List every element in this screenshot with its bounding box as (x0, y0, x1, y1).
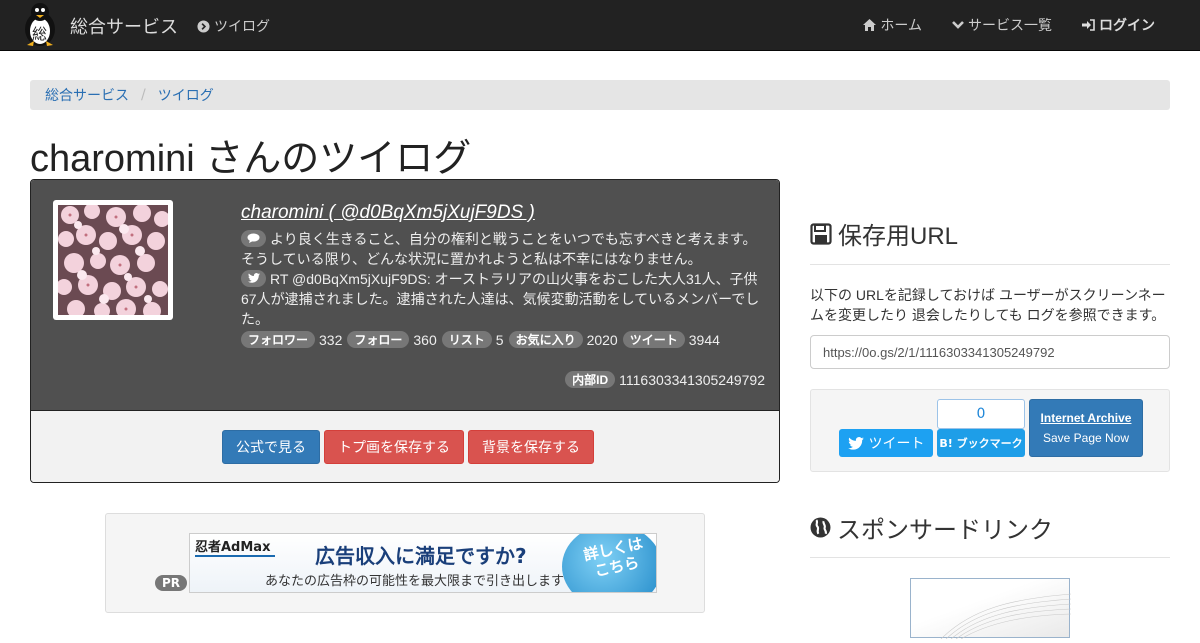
avatar[interactable] (53, 200, 173, 320)
profile-tweet-line: RT @d0BqXm5jXujF9DS: オーストラリアの山火事をおこした大人3… (241, 269, 767, 329)
penguin-logo-icon[interactable]: 総 (19, 1, 61, 47)
breadcrumb-tweetlog[interactable]: ツイログ (158, 85, 214, 105)
profile-bio: より良く生きること、自分の権利と戦うことをいつでも忘すべきと考えます。そうしてい… (241, 231, 757, 267)
sponsor-title: スポンサードリンク (837, 517, 1053, 544)
profile-header: charomini ( @d0BqXm5jXujF9DS ) より良く生きること… (31, 180, 779, 410)
divider (810, 557, 1170, 558)
save-profile-image-button[interactable]: トプ画を保存する (324, 430, 464, 464)
divider (810, 264, 1170, 265)
nav-login-label: ログイン (1099, 18, 1155, 34)
nav-services-label: サービス一覧 (968, 18, 1052, 34)
profile-name-link[interactable]: charomini ( @d0BqXm5jXujF9DS ) (241, 202, 535, 224)
ad-headline: 広告収入に満足ですか? (315, 544, 527, 568)
nav-home-label: ホーム (880, 18, 922, 34)
nav-services-link[interactable]: サービス一覧 (952, 15, 1052, 35)
avatar-image (58, 205, 168, 315)
lists-count: 5 (495, 331, 504, 348)
tweet-button[interactable]: ツイート (839, 429, 933, 457)
page-title: charomini さんのツイログ (30, 138, 472, 180)
twitter-bird-icon (241, 269, 266, 287)
ad-logo: 忍者AdMax (195, 540, 271, 555)
internet-archive-button[interactable]: Internet Archive Save Page Now (1029, 399, 1143, 457)
sign-in-icon (1082, 19, 1095, 31)
save-page-now-label: Save Page Now (1042, 431, 1130, 445)
profile-bio-line: より良く生きること、自分の権利と戦うことをいつでも忘すべきと考えます。そうしてい… (241, 229, 767, 269)
internal-id-label: 内部ID (565, 371, 616, 388)
share-well: ツイート 0 B! ブックマーク Internet Archive Save P… (810, 389, 1170, 472)
followers-label: フォロワー (241, 331, 316, 348)
nav-tweetlog-label: ツイログ (214, 19, 270, 35)
save-url-heading: 保存用URL (810, 216, 958, 251)
following-count: 360 (413, 331, 437, 348)
ad-subtext: あなたの広告枠の可能性を最大限まで引き出します (265, 574, 565, 589)
sponsor-heading: スポンサードリンク (810, 510, 1053, 545)
nav-right: ホーム サービス一覧 ログイン (863, 0, 1155, 50)
internal-id: 内部ID 1116303341305249792 (565, 371, 765, 388)
logo-char: 総 (32, 25, 48, 43)
tweets-label: ツイート (622, 331, 685, 348)
nav-home-link[interactable]: ホーム (863, 15, 922, 35)
profile-actions: 公式で見る トプ画を保存する 背景を保存する (31, 410, 779, 482)
nav-login-link[interactable]: ログイン (1082, 15, 1155, 35)
chevron-circle-right-icon (197, 19, 210, 33)
nav-tweetlog-link[interactable]: ツイログ (197, 16, 270, 36)
ad-box: PR 忍者AdMax 広告収入に満足ですか? あなたの広告枠の可能性を最大限まで… (105, 513, 705, 613)
lists-label: リスト (441, 331, 492, 348)
hatena-count: 0 (937, 399, 1025, 429)
ad-logo-underline (195, 555, 275, 557)
internal-id-value: 1116303341305249792 (619, 371, 765, 388)
save-url-description: 以下の URLを記録しておけば ユーザーがスクリーンネームを変更したり 退会した… (810, 287, 1166, 323)
breadcrumb-separator: / (141, 87, 146, 103)
comment-icon (241, 229, 266, 247)
brand-name[interactable]: 総合サービス (70, 13, 178, 39)
followers-count: 332 (319, 331, 343, 348)
profile-description: より良く生きること、自分の権利と戦うことをいつでも忘すべきと考えます。そうしてい… (241, 229, 767, 329)
sponsor-banner[interactable] (910, 578, 1072, 640)
tweets-count: 3944 (688, 331, 720, 348)
hatena-bookmark-button[interactable]: B! ブックマーク (937, 429, 1025, 457)
internet-archive-title: Internet Archive (1040, 411, 1132, 425)
save-url-field[interactable] (810, 335, 1170, 369)
profile-stats: フォロワー 332 フォロー 360 リスト 5 お気に入り 2020 ツイート 3944 (241, 331, 725, 348)
save-url-title: 保存用URL (838, 223, 959, 250)
floppy-disk-icon (810, 222, 832, 245)
view-official-button[interactable]: 公式で見る (222, 430, 320, 464)
home-icon (863, 19, 877, 31)
twitter-bird-icon (847, 436, 864, 450)
following-label: フォロー (347, 331, 410, 348)
profile-latest-tweet: RT @d0BqXm5jXujF9DS: オーストラリアの山火事をおこした大人3… (241, 271, 760, 327)
breadcrumb: 総合サービス / ツイログ (30, 80, 1170, 110)
pr-badge: PR (155, 575, 188, 591)
globe-icon (810, 517, 831, 538)
ad-banner[interactable]: 忍者AdMax 広告収入に満足ですか? あなたの広告枠の可能性を最大限まで引き出… (189, 533, 657, 593)
chevron-down-icon (952, 20, 964, 30)
favorites-count: 2020 (586, 331, 618, 348)
navbar: 総 総合サービス ツイログ ホーム サービス一覧 ログイン (0, 0, 1200, 51)
breadcrumb-home[interactable]: 総合サービス (45, 85, 129, 105)
save-background-button[interactable]: 背景を保存する (468, 430, 594, 464)
favorites-label: お気に入り (508, 331, 583, 348)
tweet-button-label: ツイート (868, 436, 925, 452)
profile-panel: charomini ( @d0BqXm5jXujF9DS ) より良く生きること… (30, 179, 780, 483)
